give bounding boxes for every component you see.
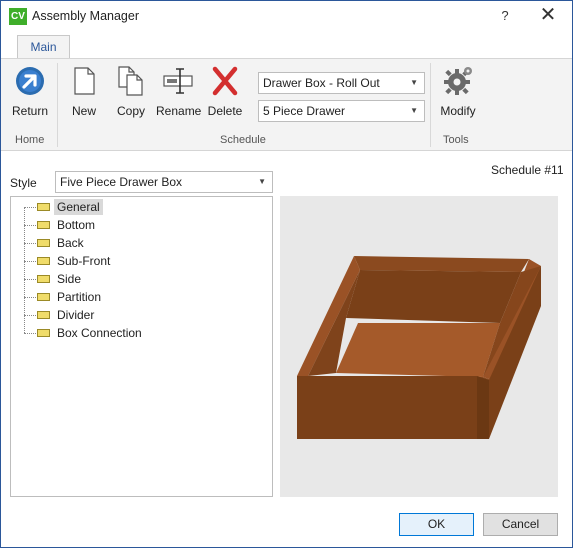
tree-item-box-connection[interactable]: Box Connection [24,324,264,342]
return-button-label: Return [11,104,49,118]
chevron-down-icon: ▼ [410,106,418,115]
tree-node-icon [37,329,50,337]
drawer-type-combo-value: 5 Piece Drawer [263,104,346,118]
tree-item-partition[interactable]: Partition [24,288,264,306]
tree-node-icon [37,275,50,283]
tab-main[interactable]: Main [17,35,70,59]
chevron-down-icon: ▼ [258,177,266,186]
new-button-label: New [71,104,96,118]
tree-branch-line [24,315,36,316]
group-label-home: Home [15,134,45,146]
help-button[interactable]: ? [491,4,519,28]
tree-node-icon [37,239,50,247]
style-combo-value: Five Piece Drawer Box [60,175,183,189]
gear-icon [444,67,472,95]
assembly-tree[interactable]: General Bottom Back Sub-Front Side Parti… [10,196,273,497]
schedule-number: Schedule #11 [491,163,564,177]
copy-icon [118,66,143,96]
close-button[interactable]: ✕ [531,4,565,28]
box-type-combo-value: Drawer Box - Roll Out [263,76,380,90]
tree-item-divider[interactable]: Divider [24,306,264,324]
tree-item-label: Bottom [57,218,96,232]
window-title: Assembly Manager [32,9,139,23]
style-combo[interactable]: Five Piece Drawer Box ▼ [55,171,273,193]
return-arrow-icon [16,67,44,95]
copy-button-label: Copy [116,104,145,118]
tree-item-bottom[interactable]: Bottom [24,216,264,234]
drawer-type-combo[interactable]: 5 Piece Drawer ▼ [258,100,425,122]
tree-item-label: Partition [57,290,102,304]
modify-button-label: Modify [440,104,476,118]
tree-branch-line [24,243,36,244]
modify-button[interactable]: Modify [437,65,479,125]
tree-item-back[interactable]: Back [24,234,264,252]
tree-node-icon [37,293,50,301]
app-logo-icon: CV [9,8,27,25]
tree-node-icon [37,203,50,211]
ribbon-tab-strip: Main [1,32,572,59]
return-button[interactable]: Return [9,65,51,125]
delete-button-label: Delete [207,104,243,118]
tree-item-label: Divider [57,308,95,322]
tree-branch-line [24,333,36,334]
new-document-icon [74,67,95,95]
group-label-tools: Tools [443,134,469,146]
chevron-down-icon: ▼ [410,78,418,87]
title-bar: CV Assembly Manager ? ✕ [1,1,572,32]
ribbon-separator [430,63,431,147]
tree-branch-line [24,225,36,226]
tree-item-label: Side [57,272,82,286]
tree-item-label: Back [57,236,84,250]
delete-button[interactable]: Delete [205,65,245,125]
tree-item-general[interactable]: General [24,198,264,216]
assembly-manager-window: CV Assembly Manager ? ✕ Main Return Home… [0,0,573,548]
tree-item-label: Sub-Front [57,254,111,268]
ribbon-separator [57,63,58,147]
tree-branch-line [24,207,36,208]
tree-branch-line [24,279,36,280]
ok-button[interactable]: OK [399,513,474,536]
delete-x-icon [212,66,238,96]
ribbon: Return Home New Copy Rename Delete Drawe… [1,58,572,151]
tree-node-icon [37,311,50,319]
group-label-schedule: Schedule [220,134,266,146]
cancel-button[interactable]: Cancel [483,513,558,536]
copy-button[interactable]: Copy [112,65,150,125]
tree-branch-line [24,261,36,262]
drawer-preview-panel [280,196,558,497]
tree-item-label: Box Connection [57,326,142,340]
tree-item-label: General [54,199,103,215]
drawer-box-3d-preview [297,256,541,439]
tree-node-icon [37,221,50,229]
tree-item-sub-front[interactable]: Sub-Front [24,252,264,270]
style-label: Style [10,176,37,190]
new-button[interactable]: New [65,65,103,125]
rename-button-label: Rename [156,104,202,118]
rename-button[interactable]: Rename [156,65,202,125]
tree-item-side[interactable]: Side [24,270,264,288]
rename-icon [163,68,193,94]
tree-node-icon [37,257,50,265]
box-type-combo[interactable]: Drawer Box - Roll Out ▼ [258,72,425,94]
tree-branch-line [24,297,36,298]
